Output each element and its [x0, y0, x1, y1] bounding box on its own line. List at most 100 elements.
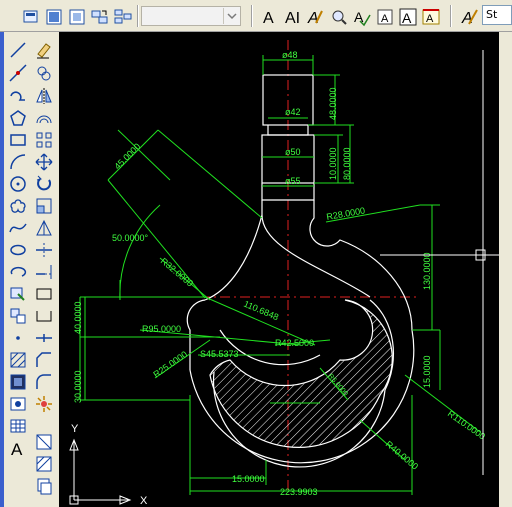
hatched-section	[209, 299, 393, 448]
copy-clip-icon[interactable]	[34, 476, 54, 496]
layer-states-icon[interactable]	[43, 6, 63, 26]
ucs-y-label: Y	[71, 423, 79, 435]
chevron-down-icon[interactable]	[223, 8, 239, 24]
mirror-icon[interactable]	[34, 86, 54, 106]
dim-l45: 45.0000	[112, 141, 142, 171]
svg-text:AI: AI	[285, 10, 300, 27]
find-text-icon[interactable]	[328, 6, 348, 26]
gradient-icon[interactable]	[8, 372, 28, 392]
svg-text:A: A	[307, 10, 319, 27]
dim-v10: 10.0000	[328, 147, 338, 180]
construction-line-icon[interactable]	[8, 63, 28, 83]
svg-text:A: A	[402, 10, 412, 26]
dimension-toolbar-icon[interactable]	[34, 432, 54, 452]
top-toolbar: A AI A A A A A A St	[0, 0, 512, 32]
ucs-icon	[69, 438, 132, 505]
chamfer-icon[interactable]	[34, 350, 54, 370]
dim-r42: R42.5000	[275, 338, 314, 348]
dim-d42: ø42	[285, 107, 301, 117]
edit-text-icon[interactable]: A	[305, 6, 325, 27]
toolbar-separator	[251, 5, 253, 27]
polyline-icon[interactable]	[8, 86, 28, 106]
layer-properties-icon[interactable]	[20, 6, 40, 26]
hatch-icon[interactable]	[8, 350, 28, 370]
svg-text:A: A	[461, 10, 473, 27]
stretch-icon[interactable]	[34, 218, 54, 238]
trim-icon[interactable]	[34, 240, 54, 260]
drawing-canvas[interactable]: ø48 ø42 ø50 ø55 48.0000 10.0000 80.0000 …	[59, 32, 499, 507]
polygon-icon[interactable]	[8, 108, 28, 128]
dim-d50: ø50	[285, 147, 301, 157]
dim-r25: R25.0000	[151, 349, 189, 380]
dim-d55: ø55	[285, 176, 301, 186]
make-block-icon[interactable]	[8, 306, 28, 326]
break-icon[interactable]	[34, 306, 54, 326]
mtext-tool[interactable]: A	[8, 438, 28, 459]
svg-text:A: A	[263, 10, 274, 27]
vertical-scrollbar[interactable]	[499, 32, 512, 507]
justify-text-icon[interactable]: A	[420, 6, 440, 26]
insert-block-icon[interactable]	[8, 284, 28, 304]
dim-v130: 130.0000	[422, 252, 432, 290]
dim-r95: R95.0000	[142, 324, 181, 334]
layer-previous-icon[interactable]	[66, 6, 86, 26]
dim-d40: 40.0000	[73, 301, 83, 334]
dim-d223: 223.9903	[280, 487, 318, 497]
svg-text:A: A	[426, 13, 434, 25]
line-icon[interactable]	[8, 40, 28, 60]
spline-icon[interactable]	[8, 218, 28, 238]
erase-icon[interactable]	[34, 40, 54, 60]
dim-v80: 80.0000	[342, 147, 352, 180]
rectangle-icon[interactable]	[8, 130, 28, 150]
copy-icon[interactable]	[34, 63, 54, 83]
offset-icon[interactable]	[34, 108, 54, 128]
svg-text:A: A	[381, 13, 389, 25]
dim-d48: ø48	[282, 50, 298, 60]
dim-d15b: 15.0000	[232, 474, 265, 484]
revision-cloud-icon[interactable]	[8, 196, 28, 216]
dim-a50: 50.0000°	[112, 233, 149, 243]
ellipse-arc-icon[interactable]	[8, 262, 28, 282]
point-icon[interactable]	[8, 328, 28, 348]
arc-icon[interactable]	[8, 152, 28, 172]
toolbar-separator	[450, 5, 452, 27]
ucs-x-label: X	[140, 495, 148, 507]
dim-r110: R110.0000	[446, 408, 487, 441]
left-window-edge	[0, 32, 4, 507]
single-line-text-icon[interactable]: AI	[282, 6, 302, 27]
multiline-text-icon[interactable]: A	[259, 6, 279, 27]
dim-r28: R28.0000	[326, 205, 366, 222]
array-icon[interactable]	[34, 130, 54, 150]
layer-walk-icon[interactable]	[112, 6, 132, 26]
extend-icon[interactable]	[34, 262, 54, 282]
hatch-edit-icon[interactable]	[34, 454, 54, 474]
circle-icon[interactable]	[8, 174, 28, 194]
dim-r40b: R40.0000	[384, 439, 420, 472]
break-at-point-icon[interactable]	[34, 284, 54, 304]
rotate-icon[interactable]	[34, 174, 54, 194]
explode-icon[interactable]	[34, 394, 54, 414]
ellipse-icon[interactable]	[8, 240, 28, 260]
fillet-icon[interactable]	[34, 372, 54, 392]
scale-icon[interactable]	[34, 196, 54, 216]
scale-text-icon[interactable]: A	[397, 6, 417, 26]
dim-v48: 48.0000	[328, 87, 338, 120]
text-style-manager-icon[interactable]: A	[459, 6, 479, 27]
layer-isolate-icon[interactable]	[89, 6, 109, 26]
toolbar-separator	[137, 5, 139, 27]
spell-check-icon[interactable]: A	[351, 6, 371, 27]
dim-v15: 15.0000	[422, 355, 432, 388]
join-icon[interactable]	[34, 328, 54, 348]
table-icon[interactable]	[8, 416, 28, 436]
dim-d10: 110.6848	[242, 299, 280, 323]
cursor-crosshair	[380, 50, 499, 475]
text-style-field[interactable]: St	[482, 5, 512, 25]
region-icon[interactable]	[8, 394, 28, 414]
dim-s45: S45.5373	[200, 349, 239, 359]
dim-r32: R32.0000	[159, 256, 195, 289]
text-style-icon[interactable]: A	[374, 6, 394, 26]
layer-combo[interactable]	[141, 6, 241, 26]
svg-text:A: A	[11, 440, 23, 458]
move-icon[interactable]	[34, 152, 54, 172]
dim-d30: 30.0000	[73, 370, 83, 403]
